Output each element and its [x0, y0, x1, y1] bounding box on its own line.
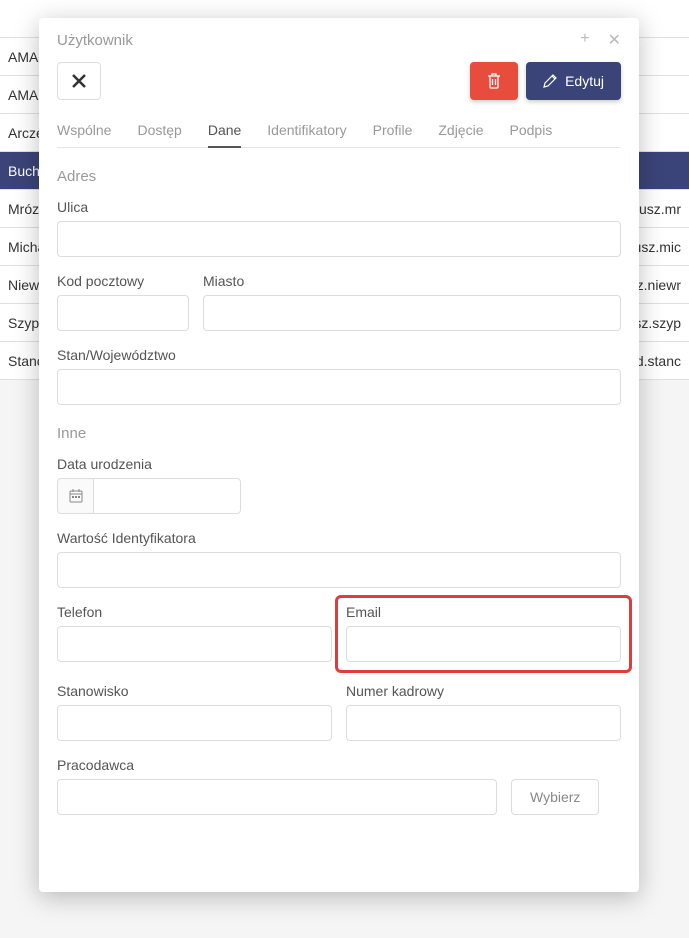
tab-dostęp[interactable]: Dostęp: [137, 114, 181, 148]
city-label: Miasto: [203, 273, 621, 289]
position-input[interactable]: [57, 705, 332, 741]
table-cell: usz.mic: [634, 239, 689, 255]
trash-icon: [487, 73, 501, 89]
email-label: Email: [346, 604, 621, 620]
street-label: Ulica: [57, 199, 621, 215]
email-input[interactable]: [346, 626, 621, 662]
section-address-title: Adres: [57, 168, 621, 185]
email-group: Email: [346, 604, 621, 662]
hrnumber-group: Numer kadrowy: [346, 683, 621, 741]
choose-button[interactable]: Wybierz: [511, 779, 599, 815]
section-other-title: Inne: [57, 425, 621, 442]
email-col: Email: [346, 604, 621, 689]
phone-group: Telefon: [57, 604, 332, 673]
employer-label: Pracodawca: [57, 757, 621, 773]
state-group: Stan/Województwo: [57, 347, 621, 405]
modal-title: Użytkownik: [57, 32, 133, 49]
toolbar: Edytuj: [57, 62, 621, 100]
calendar-button[interactable]: [57, 478, 93, 514]
street-input[interactable]: [57, 221, 621, 257]
calendar-icon: [69, 489, 83, 503]
state-label: Stan/Województwo: [57, 347, 621, 363]
table-cell: z.niewr: [637, 277, 689, 293]
tabs: Wspólne Dostęp Dane Identifikatory Profile Zd…: [57, 114, 621, 148]
tab-zdjęcie[interactable]: Zdjęcie: [438, 114, 483, 148]
plus-icon[interactable]: +: [580, 30, 589, 50]
edit-button[interactable]: Edytuj: [526, 62, 621, 100]
city-input[interactable]: [203, 295, 621, 331]
cancel-button[interactable]: [57, 62, 101, 100]
table-cell: iusz.mr: [636, 201, 689, 217]
birthdate-group: Data urodzenia: [57, 456, 621, 514]
modal-header-actions: + ✕: [580, 30, 621, 50]
hrnumber-input[interactable]: [346, 705, 621, 741]
birthdate-input-group: [57, 478, 241, 514]
postal-group: Kod pocztowy: [57, 273, 189, 331]
employer-group: Pracodawca Wybierz: [57, 757, 621, 815]
tab-identifikatory[interactable]: Identifikatory: [267, 114, 346, 148]
street-group: Ulica: [57, 199, 621, 257]
email-highlight: Email: [335, 595, 632, 673]
tab-profile[interactable]: Profile: [373, 114, 413, 148]
employer-input[interactable]: [57, 779, 497, 815]
phone-label: Telefon: [57, 604, 332, 620]
delete-button[interactable]: [470, 62, 518, 100]
postal-input[interactable]: [57, 295, 189, 331]
user-modal: Użytkownik + ✕ Edytuj Wspólne Dostęp Dane I…: [39, 18, 639, 892]
idvalue-label: Wartość Identyfikatora: [57, 530, 621, 546]
tab-dane[interactable]: Dane: [208, 114, 241, 148]
edit-button-label: Edytuj: [565, 73, 604, 89]
modal-header: Użytkownik + ✕: [39, 18, 639, 62]
close-icon[interactable]: ✕: [608, 30, 621, 50]
position-label: Stanowisko: [57, 683, 332, 699]
hrnumber-label: Numer kadrowy: [346, 683, 621, 699]
idvalue-input[interactable]: [57, 552, 621, 588]
idvalue-group: Wartość Identyfikatora: [57, 530, 621, 588]
table-cell: d.stanc: [636, 353, 689, 369]
pencil-icon: [543, 74, 557, 88]
tab-wspólne[interactable]: Wspólne: [57, 114, 111, 148]
state-input[interactable]: [57, 369, 621, 405]
phone-input[interactable]: [57, 626, 332, 662]
birthdate-label: Data urodzenia: [57, 456, 621, 472]
tab-podpis[interactable]: Podpis: [510, 114, 553, 148]
birthdate-input[interactable]: [93, 478, 241, 514]
x-icon: [71, 73, 87, 89]
table-cell: sz.szyp: [634, 315, 689, 331]
employer-row: Wybierz: [57, 779, 621, 815]
postal-label: Kod pocztowy: [57, 273, 189, 289]
position-group: Stanowisko: [57, 683, 332, 741]
city-group: Miasto: [203, 273, 621, 331]
modal-body: Edytuj Wspólne Dostęp Dane Identifikatory Pr…: [39, 62, 639, 849]
